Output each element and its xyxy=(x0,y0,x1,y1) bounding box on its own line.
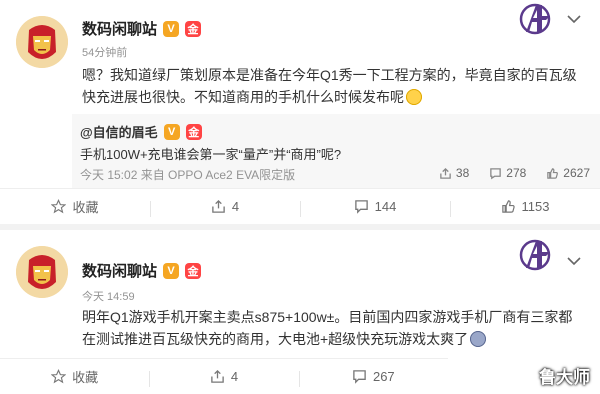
star-icon xyxy=(51,369,67,384)
repost-share-count: 38 xyxy=(455,166,470,180)
post-time[interactable]: 54分钟前 xyxy=(82,44,127,60)
like-count: 1153 xyxy=(521,199,550,214)
iron-man-avatar[interactable] xyxy=(16,246,68,298)
post-content-line-2: 在测试推进百瓦级快充的商用，大电池+超级快充玩游戏太爽了 xyxy=(82,328,572,350)
comment-icon xyxy=(490,167,502,179)
share-button[interactable]: 4 xyxy=(149,359,298,394)
action-bar: 收藏 4 144 1153 xyxy=(0,188,600,224)
smile-emoji-icon xyxy=(406,89,422,105)
avengers-logo-icon xyxy=(519,239,551,271)
action-bar: 收藏 4 267 xyxy=(0,358,448,394)
post-time[interactable]: 今天 14:59 xyxy=(82,288,135,304)
repost-comment-stat[interactable]: 278 xyxy=(489,166,526,180)
share-count: 4 xyxy=(231,199,240,214)
share-icon xyxy=(212,199,225,213)
repost-comment-count: 278 xyxy=(506,166,527,180)
favorite-button[interactable]: 收藏 xyxy=(0,189,150,224)
post-content-line-2-text: 快充进展也很快。不知道商用的手机什么时候发布呢 xyxy=(82,89,404,105)
favorite-label: 收藏 xyxy=(72,370,99,385)
favorite-label: 收藏 xyxy=(72,200,99,215)
repost-like-count: 2627 xyxy=(563,166,590,180)
verified-badge: V xyxy=(163,262,180,279)
share-icon xyxy=(211,369,224,383)
thumb-up-icon xyxy=(547,167,559,179)
author-name[interactable]: 数码闲聊站 xyxy=(82,18,157,39)
post-content: 嗯？我知道绿厂策划原本是准备在今年Q1秀一下工程方案的，毕竟自家的百瓦级 快充进… xyxy=(82,64,577,108)
repost-like-stat[interactable]: 2627 xyxy=(546,166,590,180)
star-icon xyxy=(51,199,67,214)
post-content-line-1: 嗯？我知道绿厂策划原本是准备在今年Q1秀一下工程方案的，毕竟自家的百瓦级 xyxy=(82,67,577,83)
comment-button[interactable]: 267 xyxy=(298,359,448,394)
like-button[interactable]: 1153 xyxy=(450,189,600,224)
comment-count: 267 xyxy=(372,369,395,384)
iron-man-avatar[interactable] xyxy=(16,16,68,68)
repost-card[interactable]: @自信的眉毛 V 金 手机100W+充电谁会第一家“量产”并“商用”呢? 今天 … xyxy=(72,114,600,188)
share-count: 4 xyxy=(230,369,239,384)
repost-text: 手机100W+充电谁会第一家“量产”并“商用”呢? xyxy=(80,147,342,162)
chevron-down-icon[interactable] xyxy=(567,14,581,24)
weibo-post-2: 数码闲聊站 V 金 今天 14:59 明年Q1游戏手机开案主卖点s875+100… xyxy=(0,230,600,394)
gold-member-badge: 金 xyxy=(185,262,202,279)
chevron-down-icon[interactable] xyxy=(567,256,581,266)
comment-button[interactable]: 144 xyxy=(300,189,450,224)
repost-stats: 38 278 2627 xyxy=(439,166,590,180)
repost-share-stat[interactable]: 38 xyxy=(439,166,469,180)
comment-count: 144 xyxy=(374,199,397,214)
share-icon xyxy=(440,167,451,179)
cool-emoji-icon xyxy=(470,331,487,347)
verified-badge: V xyxy=(163,20,180,37)
avengers-logo-icon xyxy=(519,3,551,35)
comment-icon xyxy=(353,370,366,384)
repost-gold-badge: 金 xyxy=(185,123,202,140)
post-content-line-2-text: 在测试推进百瓦级快充的商用，大电池+超级快充玩游戏太爽了 xyxy=(82,331,469,347)
repost-author-row: @自信的眉毛 V 金 xyxy=(80,122,202,141)
post-content-line-2: 快充进展也很快。不知道商用的手机什么时候发布呢 xyxy=(82,86,577,108)
favorite-button[interactable]: 收藏 xyxy=(0,359,149,394)
repost-author[interactable]: @自信的眉毛 xyxy=(80,122,158,141)
weibo-post-1: 数码闲聊站 V 金 54分钟前 嗯？我知道绿厂策划原本是准备在今年Q1秀一下工程… xyxy=(0,0,600,224)
thumb-up-icon xyxy=(501,200,515,213)
watermark: 鲁大师 xyxy=(539,368,590,387)
share-button[interactable]: 4 xyxy=(150,189,300,224)
author-row: 数码闲聊站 V 金 xyxy=(82,260,202,281)
comment-icon xyxy=(354,200,368,214)
post-content-line-1: 明年Q1游戏手机开案主卖点s875+100w±。目前国内四家游戏手机厂商有三家都 xyxy=(82,309,573,325)
post-content: 明年Q1游戏手机开案主卖点s875+100w±。目前国内四家游戏手机厂商有三家都… xyxy=(82,306,572,350)
author-row: 数码闲聊站 V 金 xyxy=(82,18,202,39)
repost-verified-badge: V xyxy=(163,123,180,140)
author-name[interactable]: 数码闲聊站 xyxy=(82,260,157,281)
gold-member-badge: 金 xyxy=(185,20,202,37)
repost-meta: 今天 15:02 来自 OPPO Ace2 EVA限定版 xyxy=(80,168,296,182)
